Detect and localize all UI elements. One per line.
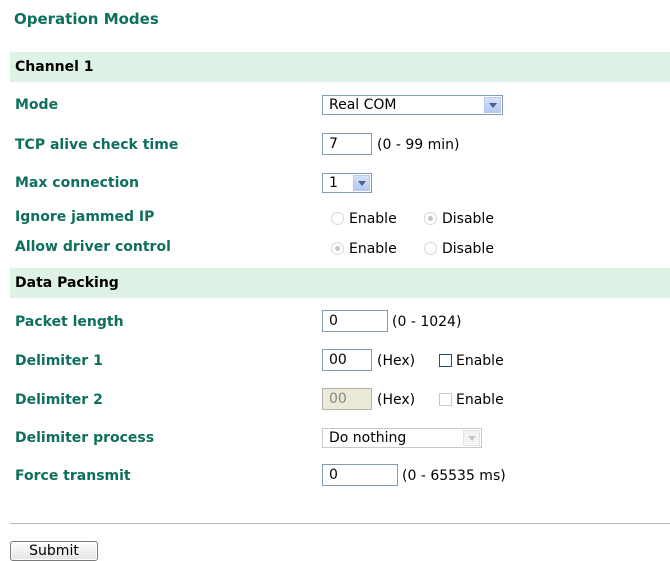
delimiter2-input[interactable]: 00 bbox=[322, 388, 372, 410]
max-connection-label: Max connection bbox=[15, 175, 140, 191]
delimiter1-enable-label: Enable bbox=[456, 353, 504, 369]
packet-length-label: Packet length bbox=[15, 314, 124, 330]
allow-driver-enable-label: Enable bbox=[349, 241, 397, 257]
delimiter2-hex-label: (Hex) bbox=[377, 392, 416, 408]
force-transmit-hint: (0 - 65535 ms) bbox=[402, 468, 506, 484]
mode-select-value: Real COM bbox=[329, 97, 397, 113]
tcp-alive-label: TCP alive check time bbox=[15, 137, 179, 153]
delimiter2-enable-checkbox[interactable] bbox=[439, 393, 452, 406]
delimiter1-enable-checkbox[interactable] bbox=[439, 354, 452, 367]
allow-driver-disable-radio[interactable] bbox=[424, 242, 437, 255]
tcp-alive-input[interactable]: 7 bbox=[322, 133, 372, 155]
delimiter2-enable-label: Enable bbox=[456, 392, 504, 408]
ignore-jammed-disable-label: Disable bbox=[442, 211, 494, 227]
force-transmit-label: Force transmit bbox=[15, 468, 131, 484]
delimiter-process-value: Do nothing bbox=[329, 430, 407, 446]
allow-driver-control-label: Allow driver control bbox=[15, 239, 171, 255]
ignore-jammed-enable-radio[interactable] bbox=[331, 212, 344, 225]
ignore-jammed-disable-radio[interactable] bbox=[424, 212, 437, 225]
max-connection-select[interactable]: 1 bbox=[322, 173, 372, 193]
allow-driver-disable-label: Disable bbox=[442, 241, 494, 257]
chevron-down-icon[interactable] bbox=[353, 175, 370, 191]
delimiter-process-select[interactable]: Do nothing bbox=[322, 428, 482, 448]
delimiter2-label: Delimiter 2 bbox=[15, 392, 103, 408]
chevron-down-icon[interactable] bbox=[484, 97, 501, 113]
ignore-jammed-enable-label: Enable bbox=[349, 211, 397, 227]
section-data-packing-header: Data Packing bbox=[10, 268, 670, 298]
force-transmit-input[interactable]: 0 bbox=[322, 464, 398, 486]
mode-label: Mode bbox=[15, 97, 59, 113]
delimiter-process-label: Delimiter process bbox=[15, 430, 155, 446]
tcp-alive-hint: (0 - 99 min) bbox=[377, 137, 460, 153]
submit-button[interactable]: Submit bbox=[10, 541, 98, 561]
section-channel-header: Channel 1 bbox=[10, 52, 670, 82]
packet-length-hint: (0 - 1024) bbox=[392, 314, 462, 330]
delimiter1-hex-label: (Hex) bbox=[377, 353, 416, 369]
page-title: Operation Modes bbox=[14, 10, 159, 28]
packet-length-input[interactable]: 0 bbox=[322, 310, 388, 332]
delimiter1-label: Delimiter 1 bbox=[15, 353, 103, 369]
ignore-jammed-ip-label: Ignore jammed IP bbox=[15, 209, 155, 225]
delimiter1-input[interactable]: 00 bbox=[322, 349, 372, 371]
mode-select[interactable]: Real COM bbox=[322, 95, 503, 115]
chevron-down-icon[interactable] bbox=[463, 430, 480, 446]
allow-driver-enable-radio[interactable] bbox=[331, 242, 344, 255]
max-connection-value: 1 bbox=[329, 175, 338, 191]
divider bbox=[10, 523, 670, 524]
